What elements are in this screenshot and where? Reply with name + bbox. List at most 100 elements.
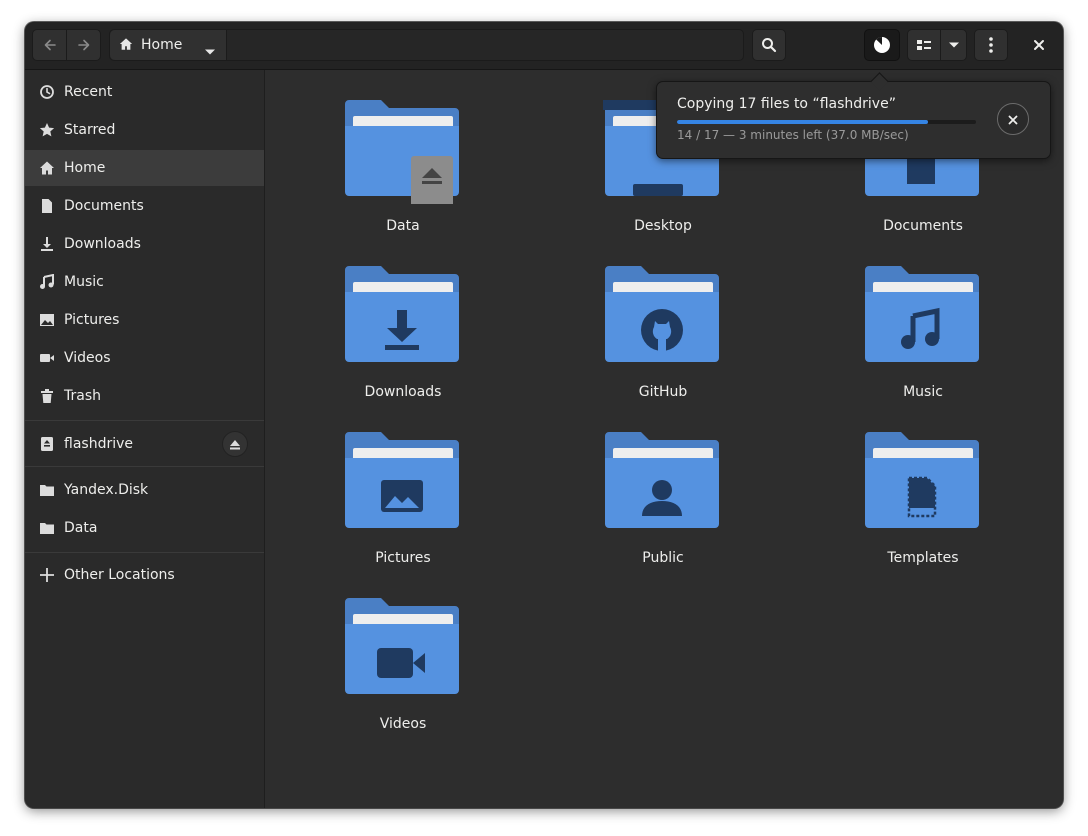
sidebar-separator	[25, 552, 264, 553]
sidebar-item-recent[interactable]: Recent	[25, 74, 264, 110]
document-icon	[39, 198, 55, 214]
sidebar-item-label: Trash	[64, 388, 101, 404]
folder-icon	[605, 432, 719, 528]
music-note-icon	[39, 274, 55, 290]
sidebar-item-starred[interactable]: Starred	[25, 112, 264, 148]
video-camera-icon	[39, 350, 55, 366]
sidebar-item-label: Home	[64, 160, 106, 176]
trash-icon	[39, 388, 55, 404]
folder-data[interactable]: Data	[323, 100, 483, 260]
sidebar-item-label: Recent	[64, 84, 113, 100]
sidebar-item-data[interactable]: Data	[25, 510, 264, 546]
operation-progress-bar	[677, 120, 976, 124]
sidebar-item-label: Yandex.Disk	[64, 482, 149, 498]
home-icon	[119, 36, 133, 55]
star-icon	[39, 122, 55, 138]
close-icon	[1033, 36, 1045, 55]
sidebar-item-label: Other Locations	[64, 567, 175, 583]
path-home-button[interactable]: Home	[110, 30, 227, 60]
file-operations-pie-icon	[873, 36, 891, 54]
sidebar-item-other-locations[interactable]: Other Locations	[25, 557, 264, 593]
folder-icon	[605, 266, 719, 362]
eject-button[interactable]	[222, 431, 248, 457]
header-bar: Home	[25, 22, 1063, 70]
folder-name: Public	[642, 550, 684, 566]
folder-icon	[345, 100, 459, 204]
sidebar-item-videos[interactable]: Videos	[25, 340, 264, 376]
folder-name: Music	[903, 384, 943, 400]
sidebar-item-flashdrive[interactable]: flashdrive	[25, 426, 264, 462]
sidebar-item-pictures[interactable]: Pictures	[25, 302, 264, 338]
open-menu-icon	[989, 37, 993, 53]
folder-github[interactable]: GitHub	[583, 266, 743, 426]
image-icon	[381, 480, 423, 512]
sidebar-item-home[interactable]: Home	[25, 150, 264, 186]
file-operations-popover: Copying 17 files to “flashdrive” 14 / 17…	[656, 72, 1051, 159]
folder-name: Videos	[379, 716, 427, 732]
folder-pictures[interactable]: Pictures	[323, 432, 483, 592]
plus-icon	[39, 567, 55, 583]
folder-icon	[345, 266, 459, 362]
main-menu-button[interactable]	[974, 29, 1008, 61]
home-icon	[39, 160, 55, 176]
folder-icon	[39, 520, 55, 536]
github-icon	[641, 309, 683, 351]
download-icon	[39, 236, 55, 252]
search-icon	[761, 37, 777, 53]
folder-music[interactable]: Music	[843, 266, 1003, 426]
search-button[interactable]	[752, 29, 786, 61]
cancel-icon	[1008, 110, 1018, 129]
sidebar-item-label: Starred	[64, 122, 116, 138]
folder-name: Pictures	[375, 550, 431, 566]
image-icon	[39, 312, 55, 328]
folder-name: Downloads	[364, 384, 442, 400]
go-back-icon	[42, 37, 58, 53]
folder-downloads[interactable]: Downloads	[323, 266, 483, 426]
view-toggle-button[interactable]	[907, 29, 941, 61]
go-forward-icon	[76, 37, 92, 53]
folder-view: Data Desktop Documents Downloads GitHub …	[265, 70, 1063, 808]
folder-icon	[345, 598, 459, 694]
chevron-down-icon	[948, 41, 960, 49]
folder-icon	[865, 432, 979, 528]
window-close-button[interactable]	[1024, 29, 1054, 61]
removable-drive-icon	[39, 436, 55, 452]
folder-name: Templates	[887, 550, 959, 566]
folder-icon	[345, 432, 459, 528]
sidebar-item-documents[interactable]: Documents	[25, 188, 264, 224]
sidebar-item-label: Data	[64, 520, 98, 536]
sidebar-separator	[25, 466, 264, 467]
folder-name: Data	[386, 218, 420, 234]
eject-icon	[229, 435, 241, 454]
operation-progress-fill	[677, 120, 929, 124]
operation-title: Copying 17 files to “flashdrive”	[677, 96, 896, 112]
clock-icon	[39, 84, 55, 100]
file-manager-window: Home Recent Starred Home Documents Downl…	[25, 22, 1063, 808]
folder-public[interactable]: Public	[583, 432, 743, 592]
sidebar-item-yandex-disk[interactable]: Yandex.Disk	[25, 472, 264, 508]
chevron-down-icon[interactable]	[204, 41, 216, 60]
sidebar-item-label: Documents	[64, 198, 144, 214]
sidebar-item-music[interactable]: Music	[25, 264, 264, 300]
sidebar-item-label: Downloads	[64, 236, 141, 252]
folder-icon	[865, 266, 979, 362]
folder-name: GitHub	[638, 384, 688, 400]
cancel-operation-button[interactable]	[997, 103, 1029, 135]
folder-name: Desktop	[634, 218, 692, 234]
folder-videos[interactable]: Videos	[323, 598, 483, 758]
view-options-button[interactable]	[940, 29, 967, 61]
forward-button[interactable]	[66, 29, 101, 61]
sidebar-item-trash[interactable]: Trash	[25, 378, 264, 414]
path-bar[interactable]: Home	[109, 29, 744, 61]
back-button[interactable]	[32, 29, 67, 61]
sidebar-item-downloads[interactable]: Downloads	[25, 226, 264, 262]
folder-templates[interactable]: Templates	[843, 432, 1003, 592]
list-view-icon	[917, 39, 931, 51]
sidebar-item-label: Videos	[64, 350, 111, 366]
sidebar-item-label: Music	[64, 274, 104, 290]
sidebar: Recent Starred Home Documents Downloads …	[25, 70, 265, 808]
sidebar-item-label: Pictures	[64, 312, 120, 328]
operation-status: 14 / 17 — 3 minutes left (37.0 MB/sec)	[677, 128, 909, 142]
sidebar-item-label: flashdrive	[64, 436, 133, 452]
file-operations-button[interactable]	[864, 29, 900, 61]
